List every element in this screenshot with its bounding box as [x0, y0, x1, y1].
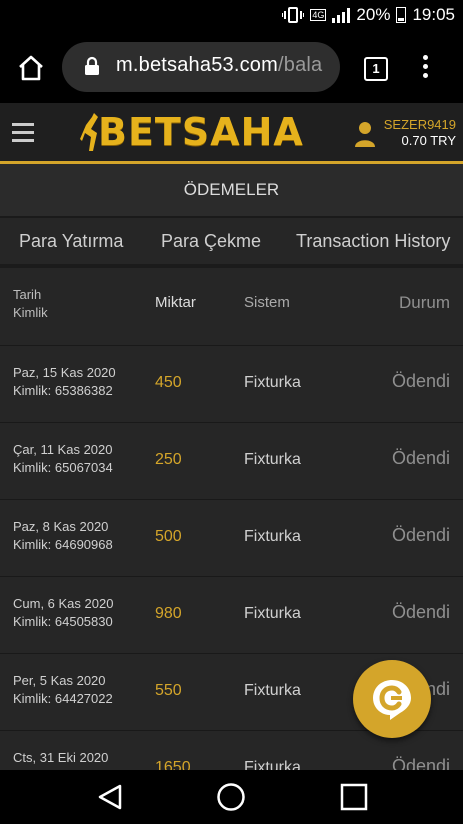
live-chat-button[interactable]: [353, 660, 431, 738]
lock-icon: [85, 56, 99, 75]
vibrate-icon: [282, 7, 305, 23]
hamburger-icon[interactable]: [12, 123, 34, 147]
row-amount: 250: [155, 451, 182, 468]
clock: 19:05: [412, 5, 455, 24]
site-header: BETSAHA SEZER9419 0.70 TRY: [0, 103, 463, 164]
row-system: Fixturka: [244, 605, 301, 622]
row-date-id: Çar, 11 Kas 2020 Kimlik: 65067034: [13, 441, 113, 477]
home-icon[interactable]: [17, 55, 45, 81]
row-amount: 450: [155, 374, 182, 391]
row-id: Kimlik: 64690968: [13, 537, 113, 552]
header-system: Sistem: [244, 294, 290, 311]
row-date-id: Cts, 31 Eki 2020: [13, 749, 108, 767]
battery-icon: [396, 7, 407, 23]
signal-icon: [332, 7, 351, 23]
recents-icon[interactable]: [340, 783, 368, 811]
header-date: Tarih: [13, 287, 42, 302]
payment-tabs: Para Yatırma Para Çekme Transaction Hist…: [0, 218, 463, 268]
logo-text: BETSAHA: [98, 110, 304, 154]
row-id: Kimlik: 65386382: [13, 383, 113, 398]
tab-switcher-button[interactable]: 1: [364, 57, 388, 81]
row-status: Ödendi: [391, 371, 450, 391]
user-account[interactable]: SEZER9419 0.70 TRY: [354, 117, 456, 149]
row-date: Paz, 15 Kas 2020: [13, 365, 116, 380]
table-header: Tarih Kimlik Miktar Sistem Durum: [0, 268, 463, 346]
row-date-id: Paz, 8 Kas 2020 Kimlik: 64690968: [13, 518, 113, 554]
browser-menu-icon[interactable]: [422, 55, 430, 82]
tab-deposit[interactable]: Para Yatırma: [19, 218, 123, 264]
row-date: Çar, 11 Kas 2020: [13, 442, 113, 457]
status-bar: 4G 20% 19:05: [0, 0, 463, 33]
tab-withdraw[interactable]: Para Çekme: [161, 218, 261, 264]
site-logo[interactable]: BETSAHA: [80, 109, 304, 155]
url-text: m.betsaha53.com/bala: [116, 54, 322, 77]
header-id: Kimlik: [13, 305, 48, 320]
table-row[interactable]: Çar, 11 Kas 2020 Kimlik: 65067034 250 Fi…: [0, 423, 463, 500]
row-amount: 1650: [155, 759, 191, 770]
battery-level: 20%: [356, 5, 391, 24]
row-date-id: Per, 5 Kas 2020 Kimlik: 64427022: [13, 672, 113, 708]
system-navigation-bar: [0, 770, 463, 824]
table-row[interactable]: Paz, 15 Kas 2020 Kimlik: 65386382 450 Fi…: [0, 346, 463, 423]
row-status: Ödendi: [391, 602, 450, 622]
row-system: Fixturka: [244, 374, 301, 391]
row-date: Per, 5 Kas 2020: [13, 673, 106, 688]
row-system: Fixturka: [244, 759, 301, 770]
row-system: Fixturka: [244, 682, 301, 699]
row-status: Ödendi: [391, 756, 450, 770]
row-date-id: Paz, 15 Kas 2020 Kimlik: 65386382: [13, 364, 116, 400]
row-date: Cts, 31 Eki 2020: [13, 750, 109, 765]
table-row[interactable]: Cum, 6 Kas 2020 Kimlik: 64505830 980 Fix…: [0, 577, 463, 654]
row-amount: 550: [155, 682, 182, 699]
header-date-id: Tarih Kimlik: [13, 286, 48, 322]
balance: 0.70 TRY: [401, 133, 456, 148]
header-status: Durum: [398, 293, 450, 312]
home-nav-icon[interactable]: [216, 782, 246, 812]
row-status: Ödendi: [391, 448, 450, 468]
row-date-id: Cum, 6 Kas 2020 Kimlik: 64505830: [13, 595, 113, 631]
browser-toolbar: m.betsaha53.com/bala 1: [0, 33, 463, 103]
address-bar[interactable]: m.betsaha53.com/bala: [62, 42, 340, 92]
url-host: m.betsaha53.com: [116, 54, 278, 76]
username: SEZER9419: [383, 117, 456, 132]
url-path: /bala: [277, 54, 323, 76]
row-date: Paz, 8 Kas 2020: [13, 519, 109, 534]
row-id: Kimlik: 65067034: [13, 460, 113, 475]
header-amount: Miktar: [155, 294, 196, 311]
page-title: ÖDEMELER: [0, 164, 463, 218]
row-system: Fixturka: [244, 451, 301, 468]
chat-icon: [373, 680, 411, 720]
tab-transaction-history[interactable]: Transaction History: [296, 218, 450, 264]
user-icon: [354, 122, 375, 147]
row-amount: 500: [155, 528, 182, 545]
row-system: Fixturka: [244, 528, 301, 545]
row-id: Kimlik: 64505830: [13, 614, 113, 629]
row-id: Kimlik: 64427022: [13, 691, 113, 706]
network-type: 4G: [310, 9, 327, 21]
table-row[interactable]: Paz, 8 Kas 2020 Kimlik: 64690968 500 Fix…: [0, 500, 463, 577]
row-amount: 980: [155, 605, 182, 622]
row-date: Cum, 6 Kas 2020: [13, 596, 114, 611]
back-icon[interactable]: [96, 783, 124, 811]
row-status: Ödendi: [391, 525, 450, 545]
